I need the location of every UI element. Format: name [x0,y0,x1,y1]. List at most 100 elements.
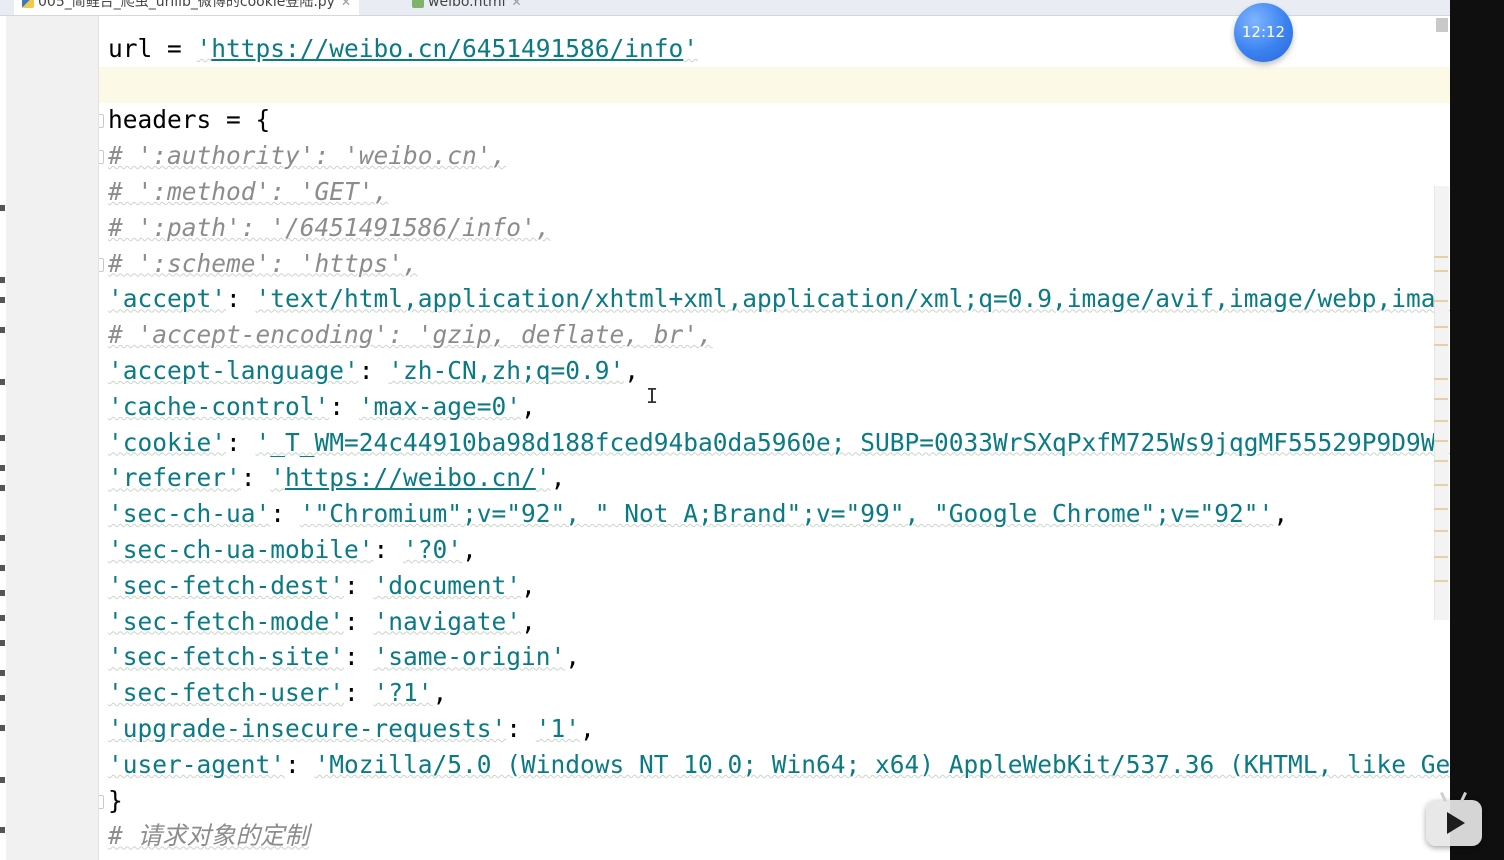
code-token: : [270,499,300,529]
code-token: : [344,678,374,708]
code-token: , [432,678,448,708]
clock-badge: 12:12 [1234,3,1293,62]
code-string: '1' [535,714,581,743]
code-line[interactable]: 27'sec-fetch-site': 'same-origin', [0,639,1450,675]
code-text: 'cookie': '_T_WM=24c44910ba98d188fced94b… [108,425,1450,461]
code-string: ' [270,463,286,493]
code-text: 'sec-ch-ua': '"Chromium";v="92", " Not A… [108,496,1288,532]
video-play-button[interactable] [1426,791,1482,846]
code-string: 'upgrade-insecure-requests' [108,714,507,743]
tab-python-file[interactable]: 005_简鲤台_爬虫_urllib_微博的cookie登陆.py ✕ [14,0,360,15]
inspection-indicator[interactable] [1436,18,1448,32]
scroll-marker [1434,440,1448,442]
code-token: : [240,463,271,493]
code-line[interactable]: 22'referer': 'https://weibo.cn/', [0,460,1450,496]
code-string: 'same-origin' [373,642,566,672]
code-line[interactable]: 12headers = { [0,102,1450,138]
video-frame-edge [1450,0,1504,860]
code-string: ' [196,33,212,63]
code-string: 'zh-CN,zh;q=0.9' [388,356,625,385]
code-token: : [285,749,315,779]
code-line[interactable]: 11 [0,66,1450,103]
code-line[interactable]: 26'sec-fetch-mode': 'navigate', [0,604,1450,640]
code-string: 'sec-fetch-user' [108,678,345,708]
close-icon[interactable]: ✕ [512,0,522,9]
code-text: 'sec-ch-ua-mobile': '?0', [108,532,477,568]
code-comment: # ':scheme': 'https', [108,248,418,278]
code-line[interactable]: 23'sec-ch-ua': '"Chromium";v="92", " Not… [0,496,1450,532]
code-string: 'cookie' [108,427,227,457]
code-text: url = 'https://weibo.cn/6451491586/info' [108,31,698,67]
code-token: : [329,391,359,421]
scroll-marker [1434,556,1448,558]
code-line[interactable]: 28'sec-fetch-user': '?1', [0,675,1450,711]
code-line[interactable]: 16# ':scheme': 'https', [0,246,1450,282]
code-line[interactable]: 32# 请求对象的定制 [0,818,1450,854]
code-token: : [344,606,374,636]
code-editor[interactable]: 910url = 'https://weibo.cn/6451491586/in… [0,0,1450,860]
code-line[interactable]: 10url = 'https://weibo.cn/6451491586/inf… [0,31,1450,67]
scroll-marker [1434,420,1448,422]
scroll-marker [1434,508,1448,510]
code-token: } [108,785,123,815]
code-token: : [506,714,536,743]
code-comment: # ':authority': 'weibo.cn', [108,141,507,171]
line-number-gutter [6,15,99,860]
code-string: '?0' [403,535,463,564]
code-token: , [580,714,595,743]
code-comment: # ':method': 'GET', [108,177,389,206]
code-line[interactable]: 30'user-agent': 'Mozilla/5.0 (Windows NT… [0,747,1450,783]
code-line[interactable]: 15# ':path': '/6451491586/info', [0,210,1450,246]
scroll-marker [1434,484,1448,486]
code-token: , [521,570,536,600]
code-line[interactable]: 24'sec-ch-ua-mobile': '?0', [0,532,1450,568]
code-line[interactable]: 13# ':authority': 'weibo.cn', [0,138,1450,174]
tab-label: 005_简鲤台_爬虫_urllib_微博的cookie登陆.py [38,0,335,10]
code-line[interactable]: 14# ':method': 'GET', [0,174,1450,210]
code-line[interactable]: 31} [0,783,1450,819]
code-string: 'user-agent' [108,749,286,779]
code-text: # ':path': '/6451491586/info', [108,210,551,246]
tab-html-file[interactable]: weibo.html ✕ [404,0,530,15]
code-text: 'sec-fetch-user': '?1', [108,675,447,711]
code-string: 'sec-fetch-dest' [108,570,345,600]
code-token: , [624,356,640,385]
project-panel-edge [0,15,6,860]
code-string: 'document' [373,570,522,600]
code-string: 'referer' [108,463,241,493]
scroll-marker [1434,378,1448,380]
code-line[interactable]: 20'cache-control': 'max-age=0', [0,389,1450,425]
code-text: 'upgrade-insecure-requests': '1', [108,711,595,747]
code-string: '"Chromium";v="92", " Not A;Brand";v="99… [299,499,1274,529]
code-token: : [344,570,374,600]
code-token: headers = { [108,105,271,135]
code-line[interactable]: 29'upgrade-insecure-requests': '1', [0,711,1450,747]
code-text: 'accept': 'text/html,application/xhtml+x… [108,281,1450,317]
code-text: } [108,783,123,819]
code-token: : [358,356,389,385]
code-url-link[interactable]: https://weibo.cn/ [285,463,536,492]
code-url-link[interactable]: https://weibo.cn/6451491586/info [211,34,683,63]
code-comment: # ':path': '/6451491586/info', [108,212,551,242]
code-text: # ':authority': 'weibo.cn', [108,138,506,174]
code-line[interactable]: 21'cookie': '_T_WM=24c44910ba98d188fced9… [0,425,1450,461]
code-text: 'sec-fetch-site': 'same-origin', [108,639,580,675]
code-text: # 'accept-encoding': 'gzip, deflate, br'… [108,317,713,353]
code-line[interactable]: 19'accept-language': 'zh-CN,zh;q=0.9', [0,353,1450,389]
close-icon[interactable]: ✕ [341,0,351,9]
code-token: , [521,606,536,636]
code-text: 'sec-fetch-mode': 'navigate', [108,604,536,640]
code-line[interactable]: 18# 'accept-encoding': 'gzip, deflate, b… [0,317,1450,353]
code-line[interactable]: 25'sec-fetch-dest': 'document', [0,568,1450,604]
vertical-scrollbar[interactable] [1434,186,1449,620]
scroll-marker [1434,300,1448,302]
scroll-marker [1434,398,1448,400]
scroll-marker [1434,270,1448,272]
code-token: : [226,427,256,457]
code-token: , [550,463,566,493]
scroll-marker [1434,580,1448,582]
tab-label: weibo.html [428,0,506,10]
code-token: , [1273,499,1289,529]
scroll-marker [1434,256,1448,258]
code-line[interactable]: 17'accept': 'text/html,application/xhtml… [0,281,1450,317]
